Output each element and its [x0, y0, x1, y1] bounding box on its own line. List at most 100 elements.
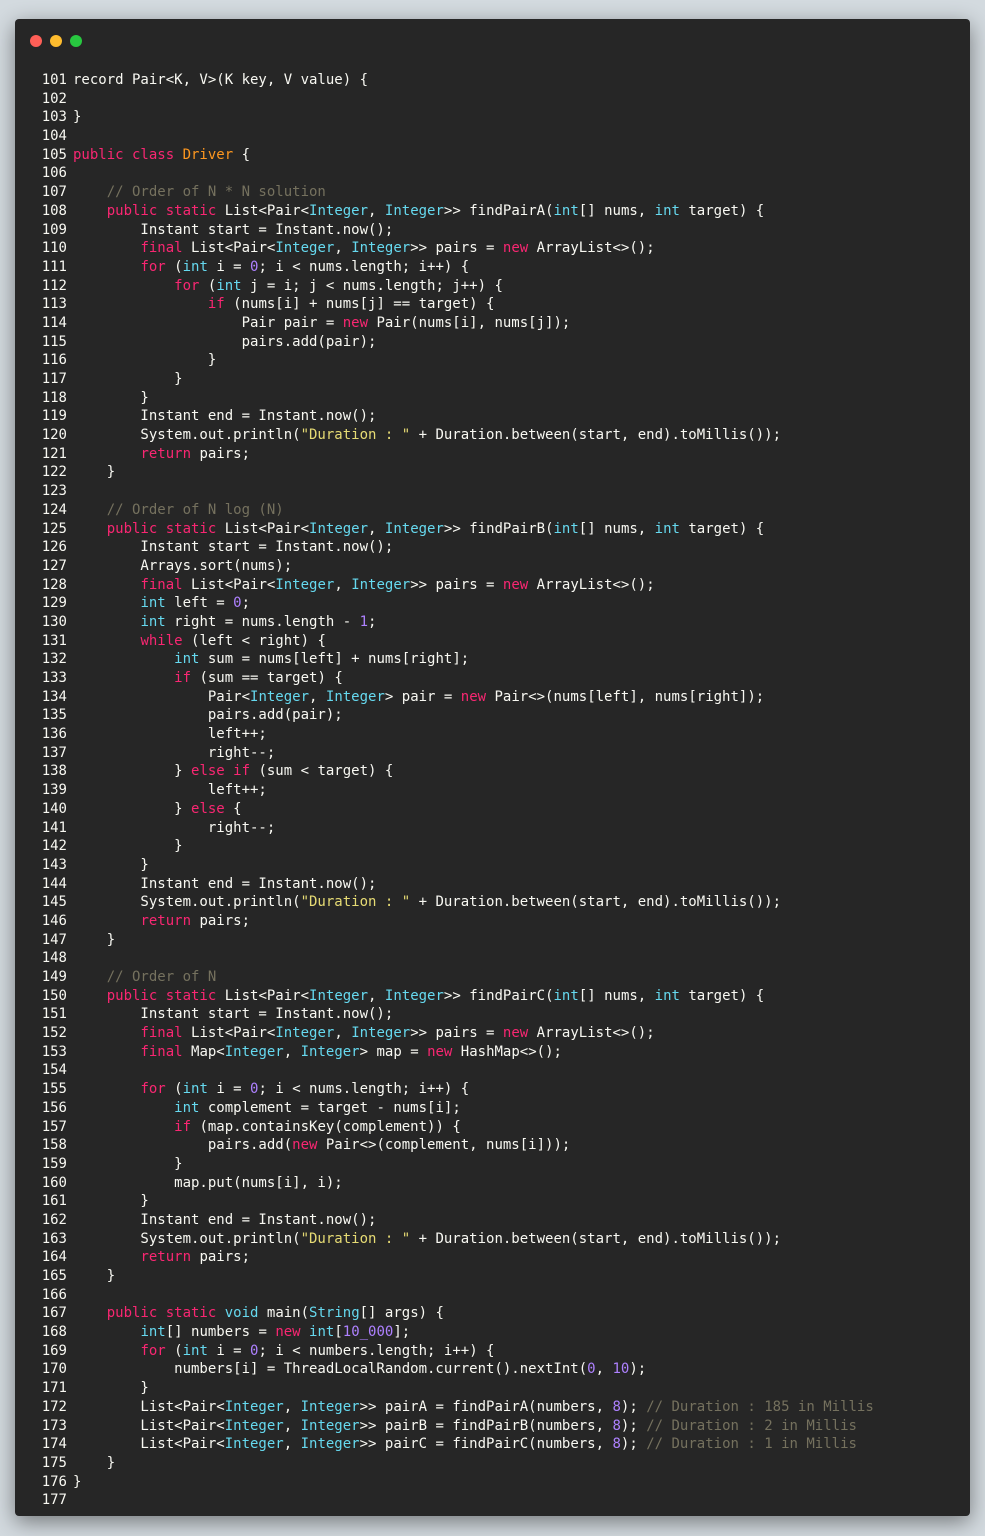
code-text: Instant start = Instant.now(); [73, 221, 393, 240]
code-text: Instant end = Instant.now(); [73, 875, 376, 894]
code-token: } [73, 1268, 116, 1284]
line-number: 166 [41, 1286, 67, 1303]
line-number: 124 [41, 501, 67, 518]
line-number: 131 [41, 632, 67, 649]
code-token: System.out.println( [73, 1230, 301, 1247]
code-line: 115 pairs.add(pair); [39, 333, 960, 352]
code-line: 161 } [39, 1192, 960, 1211]
code-token: // Duration : 1 in Millis [646, 1436, 857, 1453]
minimize-dot-icon[interactable] [50, 35, 62, 47]
code-line: 141 right--; [39, 819, 960, 838]
code-token: void [224, 1305, 267, 1322]
code-text: public static void main(String[] args) { [73, 1304, 444, 1323]
line-number: 102 [41, 90, 67, 107]
code-line: 116 } [39, 351, 960, 370]
code-line: 105 public class Driver { [39, 146, 960, 165]
code-line: 171 } [39, 1379, 960, 1398]
maximize-dot-icon[interactable] [70, 35, 82, 47]
line-number: 170 [41, 1361, 67, 1378]
code-token: Integer [275, 240, 335, 257]
code-line: 132 int sum = nums[left] + nums[right]; [39, 650, 960, 669]
code-line: 176} [39, 1473, 960, 1492]
code-line: 151 Instant start = Instant.now(); [39, 1005, 960, 1024]
line-number: 140 [41, 800, 67, 817]
code-token: Integer [351, 576, 411, 593]
line-number: 165 [41, 1268, 67, 1284]
code-token: Integer [224, 1043, 284, 1060]
code-token: , [368, 202, 385, 219]
code-token: } [73, 1380, 149, 1397]
code-token: , [368, 987, 385, 1004]
code-token: ( [174, 258, 183, 275]
code-token: int [553, 202, 579, 219]
code-line: 157 if (map.containsKey(complement)) { [39, 1118, 960, 1137]
code-text: int[] numbers = new int[10_000]; [73, 1323, 410, 1342]
code-token: right = nums.length - [165, 613, 360, 630]
code-text: return pairs; [73, 445, 250, 464]
close-dot-icon[interactable] [30, 35, 42, 47]
line-number: 146 [41, 912, 67, 929]
line-number: 172 [41, 1398, 67, 1415]
code-token: right--; [73, 819, 276, 836]
code-line: 142 } [39, 837, 960, 856]
code-line: 162 Instant end = Instant.now(); [39, 1211, 960, 1230]
code-token: public class [73, 146, 183, 163]
line-number: 139 [41, 782, 67, 799]
line-number: 153 [41, 1043, 67, 1060]
code-token: List<Pair< [224, 520, 310, 537]
code-line: 167 public static void main(String[] arg… [39, 1304, 960, 1323]
code-token: ); [629, 1361, 647, 1378]
code-token: , [334, 576, 352, 593]
code-token: return [140, 445, 200, 462]
line-number: 136 [41, 726, 67, 743]
code-editor[interactable]: 101 record Pair<K, V>(K key, V value) {10… [39, 71, 960, 1510]
line-number: 177 [41, 1492, 67, 1509]
code-token: Integer [351, 1025, 411, 1042]
code-line: 106 [39, 164, 960, 183]
line-number: 175 [41, 1454, 67, 1471]
line-number: 129 [41, 595, 67, 612]
code-text: public static List<Pair<Integer, Integer… [73, 987, 765, 1006]
code-text: for (int i = 0; i < nums.length; i++) { [73, 258, 469, 277]
code-line: 108 public static List<Pair<Integer, Int… [39, 202, 960, 221]
code-token: final [140, 240, 192, 257]
code-token: if [174, 1118, 200, 1135]
code-token: int [174, 651, 200, 668]
code-token: String [309, 1305, 360, 1322]
code-text: final Map<Integer, Integer> map = new Ha… [73, 1043, 562, 1062]
code-token: i = [207, 1081, 251, 1098]
code-text: Instant start = Instant.now(); [73, 538, 393, 557]
code-token: new [427, 1043, 461, 1060]
line-number: 164 [41, 1249, 67, 1266]
line-number: 137 [41, 744, 67, 761]
code-token: Integer [300, 1043, 360, 1060]
code-token: pairs; [199, 1249, 251, 1266]
code-token: 8 [612, 1398, 621, 1415]
code-line: 145 System.out.println("Duration : " + D… [39, 893, 960, 912]
code-text: } [73, 1267, 115, 1286]
code-token: Integer [300, 1417, 360, 1434]
code-token: } [73, 371, 183, 387]
code-token: (nums[i] + nums[j] == target) { [233, 296, 495, 313]
code-line: 118 } [39, 389, 960, 408]
line-number: 152 [41, 1025, 67, 1042]
code-text: int right = nums.length - 1; [73, 613, 376, 632]
code-token: target) { [679, 202, 765, 219]
code-token: 0 [587, 1361, 596, 1378]
code-token: ); [620, 1398, 647, 1415]
line-number: 116 [41, 352, 67, 369]
line-number: 125 [41, 520, 67, 537]
code-token: right--; [73, 744, 276, 761]
code-token: left++; [73, 726, 267, 743]
code-token: // Duration : 2 in Millis [646, 1417, 857, 1434]
